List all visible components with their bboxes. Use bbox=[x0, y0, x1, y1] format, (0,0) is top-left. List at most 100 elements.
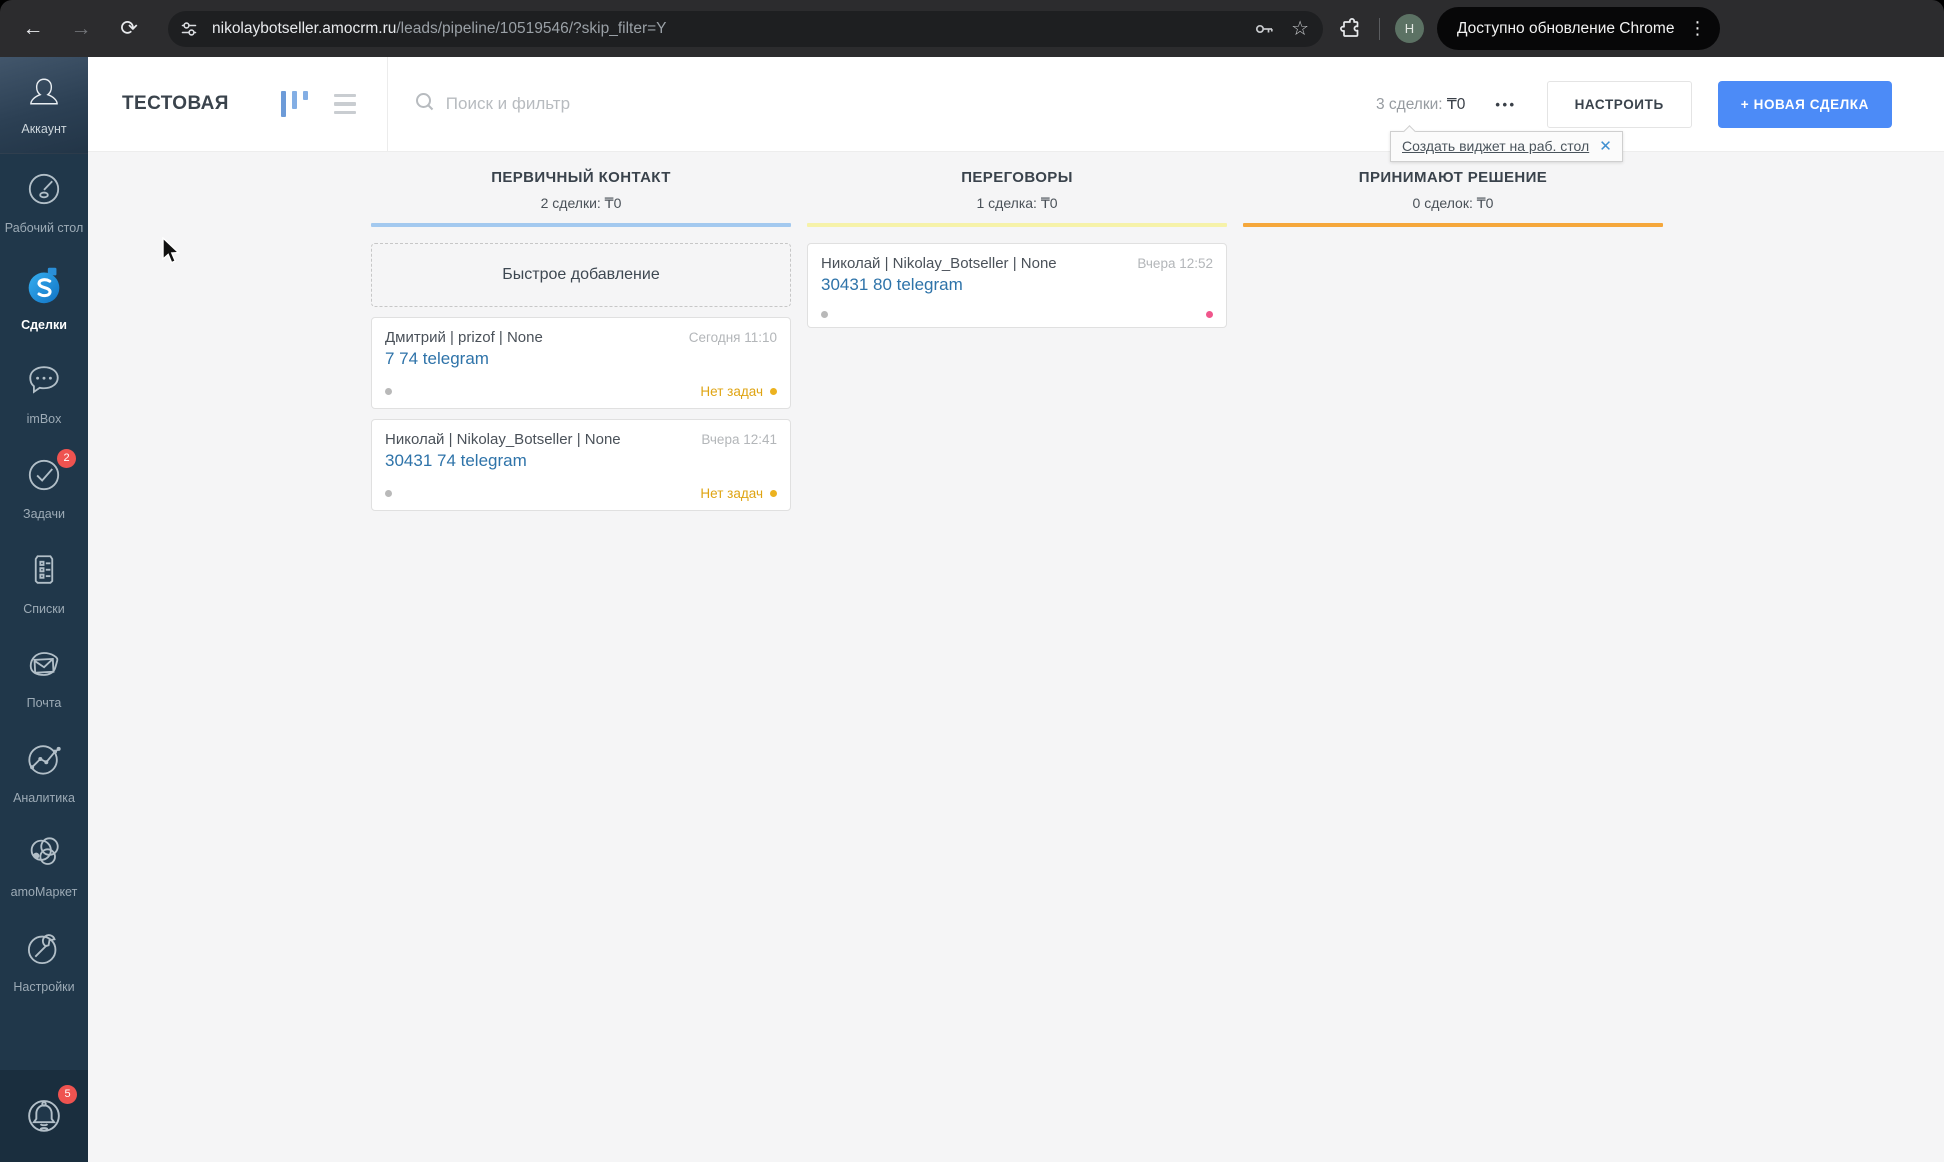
bell-icon: 5 bbox=[21, 1091, 67, 1142]
no-tasks-label: Нет задач bbox=[700, 486, 763, 501]
deal-contact: Дмитрий | prizof | None bbox=[385, 329, 543, 346]
list-view-icon[interactable] bbox=[330, 90, 360, 119]
column-title: ПЕРВИЧНЫЙ КОНТАКТ bbox=[371, 169, 791, 186]
browser-refresh-button[interactable]: ⟳ bbox=[112, 12, 146, 46]
sidebar-item-tasks[interactable]: 2 Задачи bbox=[0, 440, 88, 535]
create-widget-link[interactable]: Создать виджет на раб. стол bbox=[1402, 138, 1589, 154]
mail-icon bbox=[22, 642, 66, 691]
pipeline-columns: ПЕРВИЧНЫЙ КОНТАКТ 2 сделки: ₸0 Быстрое д… bbox=[88, 169, 1944, 511]
browser-forward-button[interactable]: → bbox=[64, 12, 98, 46]
deals-summary-label: 3 сделки: bbox=[1376, 96, 1443, 113]
pipeline-title: ТЕСТОВАЯ bbox=[122, 93, 229, 115]
sidebar-item-label: Аналитика bbox=[13, 791, 75, 807]
app-window: Аккаунт Рабочий стол Сделки bbox=[0, 57, 1944, 1162]
more-options-icon[interactable]: ••• bbox=[1495, 97, 1516, 112]
deal-card[interactable]: Дмитрий | prizof | None Сегодня 11:10 7 … bbox=[371, 317, 791, 409]
sidebar-item-analytics[interactable]: Аналитика bbox=[0, 724, 88, 819]
column-color-bar bbox=[371, 223, 791, 227]
user-avatar-icon bbox=[23, 75, 65, 120]
extensions-icon[interactable] bbox=[1339, 17, 1363, 41]
browser-menu-icon[interactable]: ⋮ bbox=[1684, 18, 1710, 39]
sidebar-item-label: Сделки bbox=[21, 318, 67, 334]
quick-add-button[interactable]: Быстрое добавление bbox=[371, 243, 791, 307]
deal-time: Вчера 12:52 bbox=[1137, 256, 1213, 271]
bookmark-star-icon[interactable]: ☆ bbox=[1291, 16, 1309, 41]
sidebar-item-label: Настройки bbox=[13, 980, 74, 996]
sidebar-item-label: imBox bbox=[27, 412, 62, 428]
status-dot-gray bbox=[385, 490, 392, 497]
url-path: /leads/pipeline/10519546/?skip_filter=Y bbox=[396, 20, 666, 37]
deal-link[interactable]: 30431 80 telegram bbox=[821, 275, 1213, 295]
topbar-actions: 3 сделки: ₸0 ••• НАСТРОИТЬ + НОВАЯ СДЕЛК… bbox=[1376, 81, 1892, 128]
notifications-section[interactable]: 5 bbox=[0, 1070, 88, 1162]
column-decision: ПРИНИМАЮТ РЕШЕНИЕ 0 сделок: ₸0 bbox=[1243, 169, 1663, 511]
kanban-view-icon[interactable] bbox=[281, 91, 308, 117]
main-area: ТЕСТОВАЯ 3 сделки: ₸0 ••• НАСТРОИТЬ + НО… bbox=[88, 57, 1944, 1162]
deals-summary-value: ₸0 bbox=[1447, 96, 1465, 113]
sidebar-item-account[interactable]: Аккаунт bbox=[0, 57, 88, 154]
column-primary-contact: ПЕРВИЧНЫЙ КОНТАКТ 2 сделки: ₸0 Быстрое д… bbox=[371, 169, 791, 511]
deal-time: Сегодня 11:10 bbox=[689, 330, 777, 345]
topbar-divider bbox=[387, 57, 388, 151]
no-tasks-label: Нет задач bbox=[700, 384, 763, 399]
deal-contact: Николай | Nikolay_Botseller | None bbox=[385, 431, 621, 448]
analytics-icon bbox=[22, 737, 66, 786]
tasks-badge: 2 bbox=[57, 449, 76, 468]
browser-back-button[interactable]: ← bbox=[16, 12, 50, 46]
sidebar-item-settings[interactable]: Настройки bbox=[0, 913, 88, 1008]
password-key-icon[interactable] bbox=[1253, 18, 1275, 40]
sidebar-item-desktop[interactable]: Рабочий стол bbox=[0, 154, 88, 249]
configure-button[interactable]: НАСТРОИТЬ bbox=[1547, 81, 1692, 128]
wrench-icon bbox=[22, 926, 66, 975]
tooltip-close-icon[interactable]: ✕ bbox=[1599, 137, 1612, 155]
deals-icon bbox=[21, 262, 67, 313]
tasks-check-icon: 2 bbox=[22, 453, 66, 502]
address-bar[interactable]: nikolaybotseller.amocrm.ru/leads/pipelin… bbox=[168, 11, 1323, 47]
column-negotiation: ПЕРЕГОВОРЫ 1 сделка: ₸0 Николай | Nikola… bbox=[807, 169, 1227, 511]
sidebar-item-lists[interactable]: Списки bbox=[0, 535, 88, 630]
deal-time: Вчера 12:41 bbox=[701, 432, 777, 447]
column-title: ПЕРЕГОВОРЫ bbox=[807, 169, 1227, 186]
search-box[interactable] bbox=[414, 91, 706, 118]
deal-link[interactable]: 30431 74 telegram bbox=[385, 451, 777, 471]
column-title: ПРИНИМАЮТ РЕШЕНИЕ bbox=[1243, 169, 1663, 186]
site-info-icon[interactable] bbox=[174, 14, 204, 44]
chat-bubble-icon bbox=[22, 358, 66, 407]
sidebar: Аккаунт Рабочий стол Сделки bbox=[0, 57, 88, 1162]
status-dot-gray bbox=[385, 388, 392, 395]
sidebar-item-deals[interactable]: Сделки bbox=[0, 249, 88, 346]
column-count: 1 сделка: ₸0 bbox=[807, 195, 1227, 212]
deals-summary[interactable]: 3 сделки: ₸0 bbox=[1376, 95, 1465, 114]
deal-card[interactable]: Николай | Nikolay_Botseller | None Вчера… bbox=[807, 243, 1227, 328]
deal-card[interactable]: Николай | Nikolay_Botseller | None Вчера… bbox=[371, 419, 791, 511]
lists-icon bbox=[22, 548, 66, 597]
toolbar-divider bbox=[1379, 18, 1380, 40]
pipeline-board: ПЕРВИЧНЫЙ КОНТАКТ 2 сделки: ₸0 Быстрое д… bbox=[88, 152, 1944, 1162]
deal-contact: Николай | Nikolay_Botseller | None bbox=[821, 255, 1057, 272]
column-color-bar bbox=[1243, 223, 1663, 227]
browser-profile-avatar[interactable]: H bbox=[1395, 14, 1424, 43]
sidebar-item-imbox[interactable]: imBox bbox=[0, 345, 88, 440]
chrome-update-label: Доступно обновление Chrome bbox=[1457, 20, 1674, 38]
search-input[interactable] bbox=[446, 94, 706, 114]
deal-link[interactable]: 7 74 telegram bbox=[385, 349, 777, 369]
create-widget-tooltip: Создать виджет на раб. стол ✕ bbox=[1390, 131, 1623, 162]
sidebar-item-label: Аккаунт bbox=[21, 122, 66, 136]
sidebar-item-label: Списки bbox=[23, 602, 64, 618]
sidebar-item-label: Рабочий стол bbox=[5, 221, 83, 237]
status-dot-pink bbox=[1206, 311, 1213, 318]
task-dot-amber bbox=[770, 388, 777, 395]
sidebar-item-mail[interactable]: Почта bbox=[0, 629, 88, 724]
column-color-bar bbox=[807, 223, 1227, 227]
browser-toolbar: ← → ⟳ nikolaybotseller.amocrm.ru/leads/p… bbox=[0, 0, 1944, 57]
url-text[interactable]: nikolaybotseller.amocrm.ru/leads/pipelin… bbox=[212, 20, 667, 38]
screen: ← → ⟳ nikolaybotseller.amocrm.ru/leads/p… bbox=[0, 0, 1944, 1162]
sidebar-item-label: amoМаркет bbox=[11, 885, 78, 901]
sidebar-item-label: Задачи bbox=[23, 507, 65, 523]
new-deal-button[interactable]: + НОВАЯ СДЕЛКА bbox=[1718, 81, 1892, 128]
dashboard-icon bbox=[22, 167, 66, 216]
pipeline-topbar: ТЕСТОВАЯ 3 сделки: ₸0 ••• НАСТРОИТЬ + НО… bbox=[88, 57, 1944, 152]
chrome-update-button[interactable]: Доступно обновление Chrome ⋮ bbox=[1437, 7, 1720, 50]
sidebar-item-amomarket[interactable]: amoМаркет bbox=[0, 818, 88, 913]
column-count: 0 сделок: ₸0 bbox=[1243, 195, 1663, 212]
